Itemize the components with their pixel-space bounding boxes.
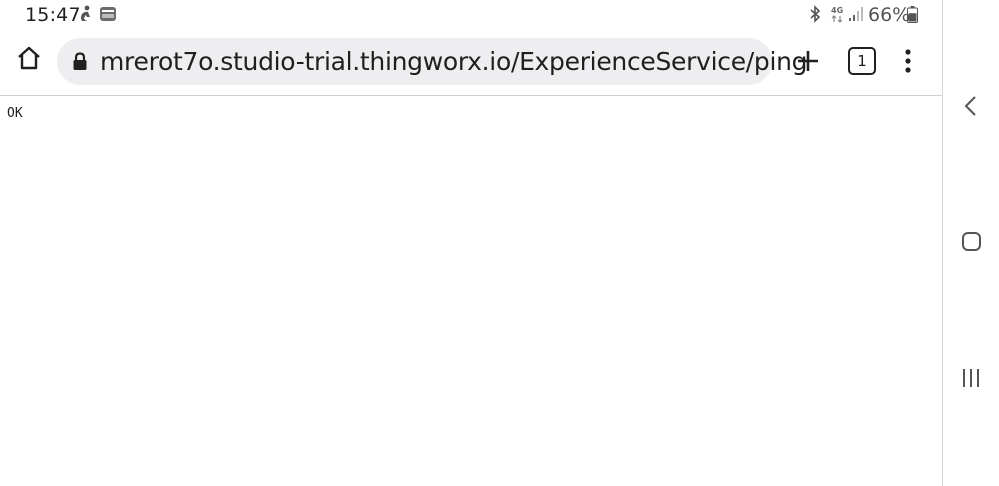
page-body-text: OK bbox=[7, 106, 23, 121]
battery-icon bbox=[907, 6, 918, 23]
tab-switcher-button[interactable]: 1 bbox=[848, 47, 876, 75]
plus-icon bbox=[792, 51, 824, 81]
recents-button[interactable] bbox=[960, 367, 982, 389]
bluetooth-icon bbox=[808, 5, 822, 23]
signal-icon bbox=[848, 6, 864, 22]
menu-button[interactable] bbox=[898, 45, 918, 77]
new-tab-button[interactable] bbox=[792, 45, 824, 77]
address-bar[interactable]: mrerot7o.studio-trial.thingworx.io/Exper… bbox=[57, 38, 808, 85]
page-content: OK bbox=[0, 96, 942, 486]
accessibility-icon bbox=[78, 5, 94, 23]
url-text: mrerot7o.studio-trial.thingworx.io/Exper… bbox=[100, 47, 808, 76]
4g-icon: 4G bbox=[830, 4, 846, 24]
back-icon bbox=[960, 96, 982, 122]
system-home-button[interactable] bbox=[961, 231, 982, 252]
status-bar: 15:47 4G 66% bbox=[0, 0, 942, 30]
recents-icon bbox=[960, 369, 982, 393]
browser-toolbar: mrerot7o.studio-trial.thingworx.io/Exper… bbox=[0, 30, 942, 95]
system-nav-bar bbox=[942, 0, 999, 486]
battery-percent: 66% bbox=[868, 4, 911, 26]
lock-icon bbox=[72, 52, 88, 71]
svg-text:4G: 4G bbox=[831, 6, 843, 15]
more-vert-icon bbox=[898, 49, 918, 81]
home-circle-icon bbox=[961, 232, 982, 256]
status-time: 15:47 bbox=[25, 4, 81, 26]
notification-card-icon bbox=[99, 5, 117, 23]
back-button[interactable] bbox=[960, 94, 982, 118]
home-button[interactable] bbox=[12, 43, 46, 77]
tab-count: 1 bbox=[857, 52, 867, 70]
home-icon bbox=[16, 45, 42, 76]
